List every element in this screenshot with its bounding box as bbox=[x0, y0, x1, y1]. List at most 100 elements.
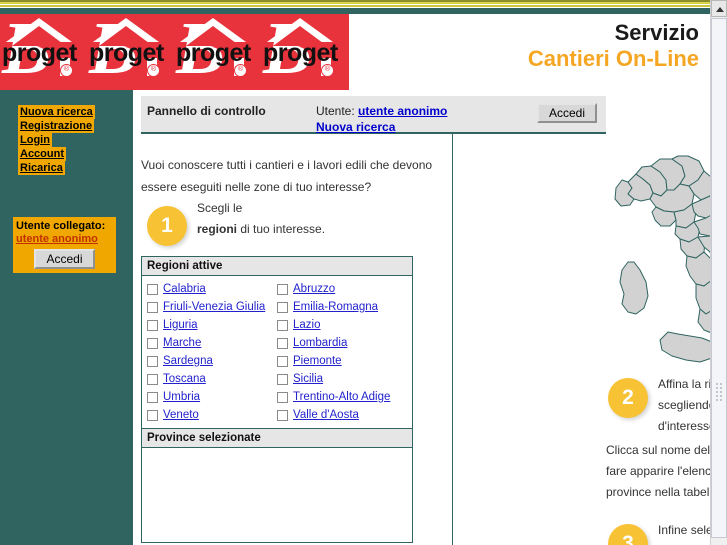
step-2-extra-text: Clicca sul nome della regione per fare a… bbox=[606, 440, 727, 503]
region-link-trentino-alto-adige[interactable]: Trentino-Alto Adige bbox=[293, 391, 390, 403]
region-row[interactable]: Lombardia bbox=[277, 334, 407, 352]
region-checkbox[interactable] bbox=[277, 373, 288, 385]
intro-line-1: Vuoi conoscere tutti i cantieri e i lavo… bbox=[141, 158, 433, 172]
region-row[interactable]: Friuli-Venezia Giulia bbox=[147, 298, 277, 316]
region-row[interactable]: Umbria bbox=[147, 388, 277, 406]
region-row[interactable]: Marche bbox=[147, 334, 277, 352]
sidebar-user-label: Utente collegato: bbox=[16, 220, 106, 232]
region-row[interactable]: Sicilia bbox=[277, 370, 407, 388]
region-checkbox[interactable] bbox=[277, 409, 288, 421]
region-row[interactable]: Calabria bbox=[147, 280, 277, 298]
logo-wordmark: proget bbox=[263, 39, 338, 67]
region-link-marche[interactable]: Marche bbox=[163, 337, 201, 349]
step-1-badge: 1 bbox=[147, 206, 187, 246]
sidebar-user-box: Utente collegato: utente anonimo Accedi bbox=[13, 217, 116, 273]
regions-right-column: Abruzzo Emilia-Romagna Lazio Lombardia P… bbox=[277, 280, 407, 424]
region-row[interactable]: Trentino-Alto Adige bbox=[277, 388, 407, 406]
region-link-calabria[interactable]: Calabria bbox=[163, 283, 206, 295]
region-checkbox[interactable] bbox=[147, 391, 158, 403]
region-checkbox[interactable] bbox=[277, 337, 288, 349]
region-checkbox[interactable] bbox=[147, 373, 158, 385]
sidebar-accedi-button[interactable]: Accedi bbox=[34, 249, 95, 269]
step-1-text: Scegli le regioni di tuo interesse. bbox=[197, 198, 437, 240]
browser-page: B ® B ® B ® B ® proget proget proget pro… bbox=[0, 0, 727, 545]
region-row[interactable]: Sardegna bbox=[147, 352, 277, 370]
accedi-button[interactable]: Accedi bbox=[537, 103, 598, 123]
region-link-lombardia[interactable]: Lombardia bbox=[293, 337, 347, 349]
region-checkbox[interactable] bbox=[277, 319, 288, 331]
region-row[interactable]: Toscana bbox=[147, 370, 277, 388]
region-link-valle-d-aosta[interactable]: Valle d'Aosta bbox=[293, 409, 359, 421]
region-checkbox[interactable] bbox=[147, 301, 158, 313]
region-checkbox[interactable] bbox=[277, 355, 288, 367]
user-value-link[interactable]: utente anonimo bbox=[358, 104, 447, 118]
sidebar-user-name[interactable]: utente anonimo bbox=[16, 233, 113, 246]
region-checkbox[interactable] bbox=[147, 283, 158, 295]
provinces-table: Province selezionate bbox=[141, 428, 413, 543]
step-3-badge: 3 bbox=[608, 524, 648, 545]
provinces-table-body[interactable] bbox=[142, 448, 412, 545]
logo-wordmark: proget bbox=[176, 39, 251, 67]
region-row[interactable]: Liguria bbox=[147, 316, 277, 334]
region-checkbox[interactable] bbox=[147, 319, 158, 331]
region-checkbox[interactable] bbox=[147, 337, 158, 349]
sidebar-item-ricarica[interactable]: Ricarica bbox=[18, 161, 65, 175]
regions-table-header: Regioni attive bbox=[142, 257, 412, 276]
vertical-scrollbar[interactable] bbox=[710, 0, 727, 545]
scroll-up-arrow-icon[interactable] bbox=[711, 0, 727, 17]
region-link-emilia-romagna[interactable]: Emilia-Romagna bbox=[293, 301, 378, 313]
region-link-friuli-venezia-giulia[interactable]: Friuli-Venezia Giulia bbox=[163, 301, 265, 313]
logo-wordmark: proget bbox=[2, 39, 77, 67]
step-1-rest: di tuo interesse. bbox=[237, 222, 326, 236]
scrollbar-thumb[interactable] bbox=[711, 18, 727, 538]
bbbb-proget-logo: B ® B ® B ® B ® proget proget proget pro… bbox=[0, 14, 349, 90]
control-panel-accedi: Accedi bbox=[537, 100, 598, 123]
region-checkbox[interactable] bbox=[277, 391, 288, 403]
logo-wordmark: proget bbox=[89, 39, 164, 67]
region-row[interactable]: Abruzzo bbox=[277, 280, 407, 298]
regions-table: Regioni attive Calabria Friuli-Venezia G… bbox=[141, 256, 413, 430]
step-2-extra-3: province nella tabella a fianco. bbox=[606, 485, 727, 499]
logo-wordmark-row: proget proget proget proget bbox=[0, 38, 349, 68]
region-row[interactable]: Piemonte bbox=[277, 352, 407, 370]
step-1: 1 Scegli le regioni di tuo interesse. bbox=[141, 198, 441, 258]
region-link-sardegna[interactable]: Sardegna bbox=[163, 355, 213, 367]
sidebar-item-nuova-ricerca[interactable]: Nuova ricerca bbox=[18, 105, 95, 119]
region-row[interactable]: Lazio bbox=[277, 316, 407, 334]
region-checkbox[interactable] bbox=[147, 409, 158, 421]
control-panel-title: Pannello di controllo bbox=[147, 104, 266, 118]
regions-table-body: Calabria Friuli-Venezia Giulia Liguria M… bbox=[142, 276, 412, 429]
provinces-table-header: Province selezionate bbox=[142, 429, 412, 448]
new-search-link[interactable]: Nuova ricerca bbox=[316, 120, 395, 134]
region-link-piemonte[interactable]: Piemonte bbox=[293, 355, 342, 367]
main-content: Pannello di controllo Utente: utente ano… bbox=[141, 96, 727, 545]
region-link-liguria[interactable]: Liguria bbox=[163, 319, 198, 331]
region-checkbox[interactable] bbox=[147, 355, 158, 367]
step-2-extra-1: Clicca sul nome della regione per bbox=[606, 443, 727, 457]
region-link-lazio[interactable]: Lazio bbox=[293, 319, 321, 331]
region-link-sicilia[interactable]: Sicilia bbox=[293, 373, 323, 385]
region-row[interactable]: Emilia-Romagna bbox=[277, 298, 407, 316]
regions-columns: Calabria Friuli-Venezia Giulia Liguria M… bbox=[147, 280, 407, 424]
sidebar-item-login[interactable]: Login bbox=[18, 133, 52, 147]
service-title-line1: Servizio bbox=[614, 20, 699, 45]
user-label: Utente: bbox=[316, 104, 355, 118]
sidebar-nav: Nuova ricerca Registrazione Login Accoun… bbox=[18, 105, 95, 175]
sidebar-item-registrazione[interactable]: Registrazione bbox=[18, 119, 95, 133]
region-link-abruzzo[interactable]: Abruzzo bbox=[293, 283, 335, 295]
region-link-umbria[interactable]: Umbria bbox=[163, 391, 200, 403]
region-row[interactable]: Veneto bbox=[147, 406, 277, 424]
column-divider bbox=[452, 96, 453, 545]
region-link-veneto[interactable]: Veneto bbox=[163, 409, 199, 421]
step-1-line1: Scegli le bbox=[197, 201, 243, 215]
region-link-toscana[interactable]: Toscana bbox=[163, 373, 206, 385]
region-row[interactable]: Valle d'Aosta bbox=[277, 406, 407, 424]
region-checkbox[interactable] bbox=[277, 301, 288, 313]
sidebar-item-account[interactable]: Account bbox=[18, 147, 66, 161]
map-of-italy-icon bbox=[606, 144, 727, 369]
region-checkbox[interactable] bbox=[277, 283, 288, 295]
service-title-line2: Cantieri On-Line bbox=[527, 46, 699, 71]
service-title-block: Servizio Cantieri On-Line bbox=[528, 20, 699, 72]
intro-line-2: essere eseguiti nelle zone di tuo intere… bbox=[141, 180, 372, 194]
control-panel-user: Utente: utente anonimo bbox=[316, 104, 447, 118]
